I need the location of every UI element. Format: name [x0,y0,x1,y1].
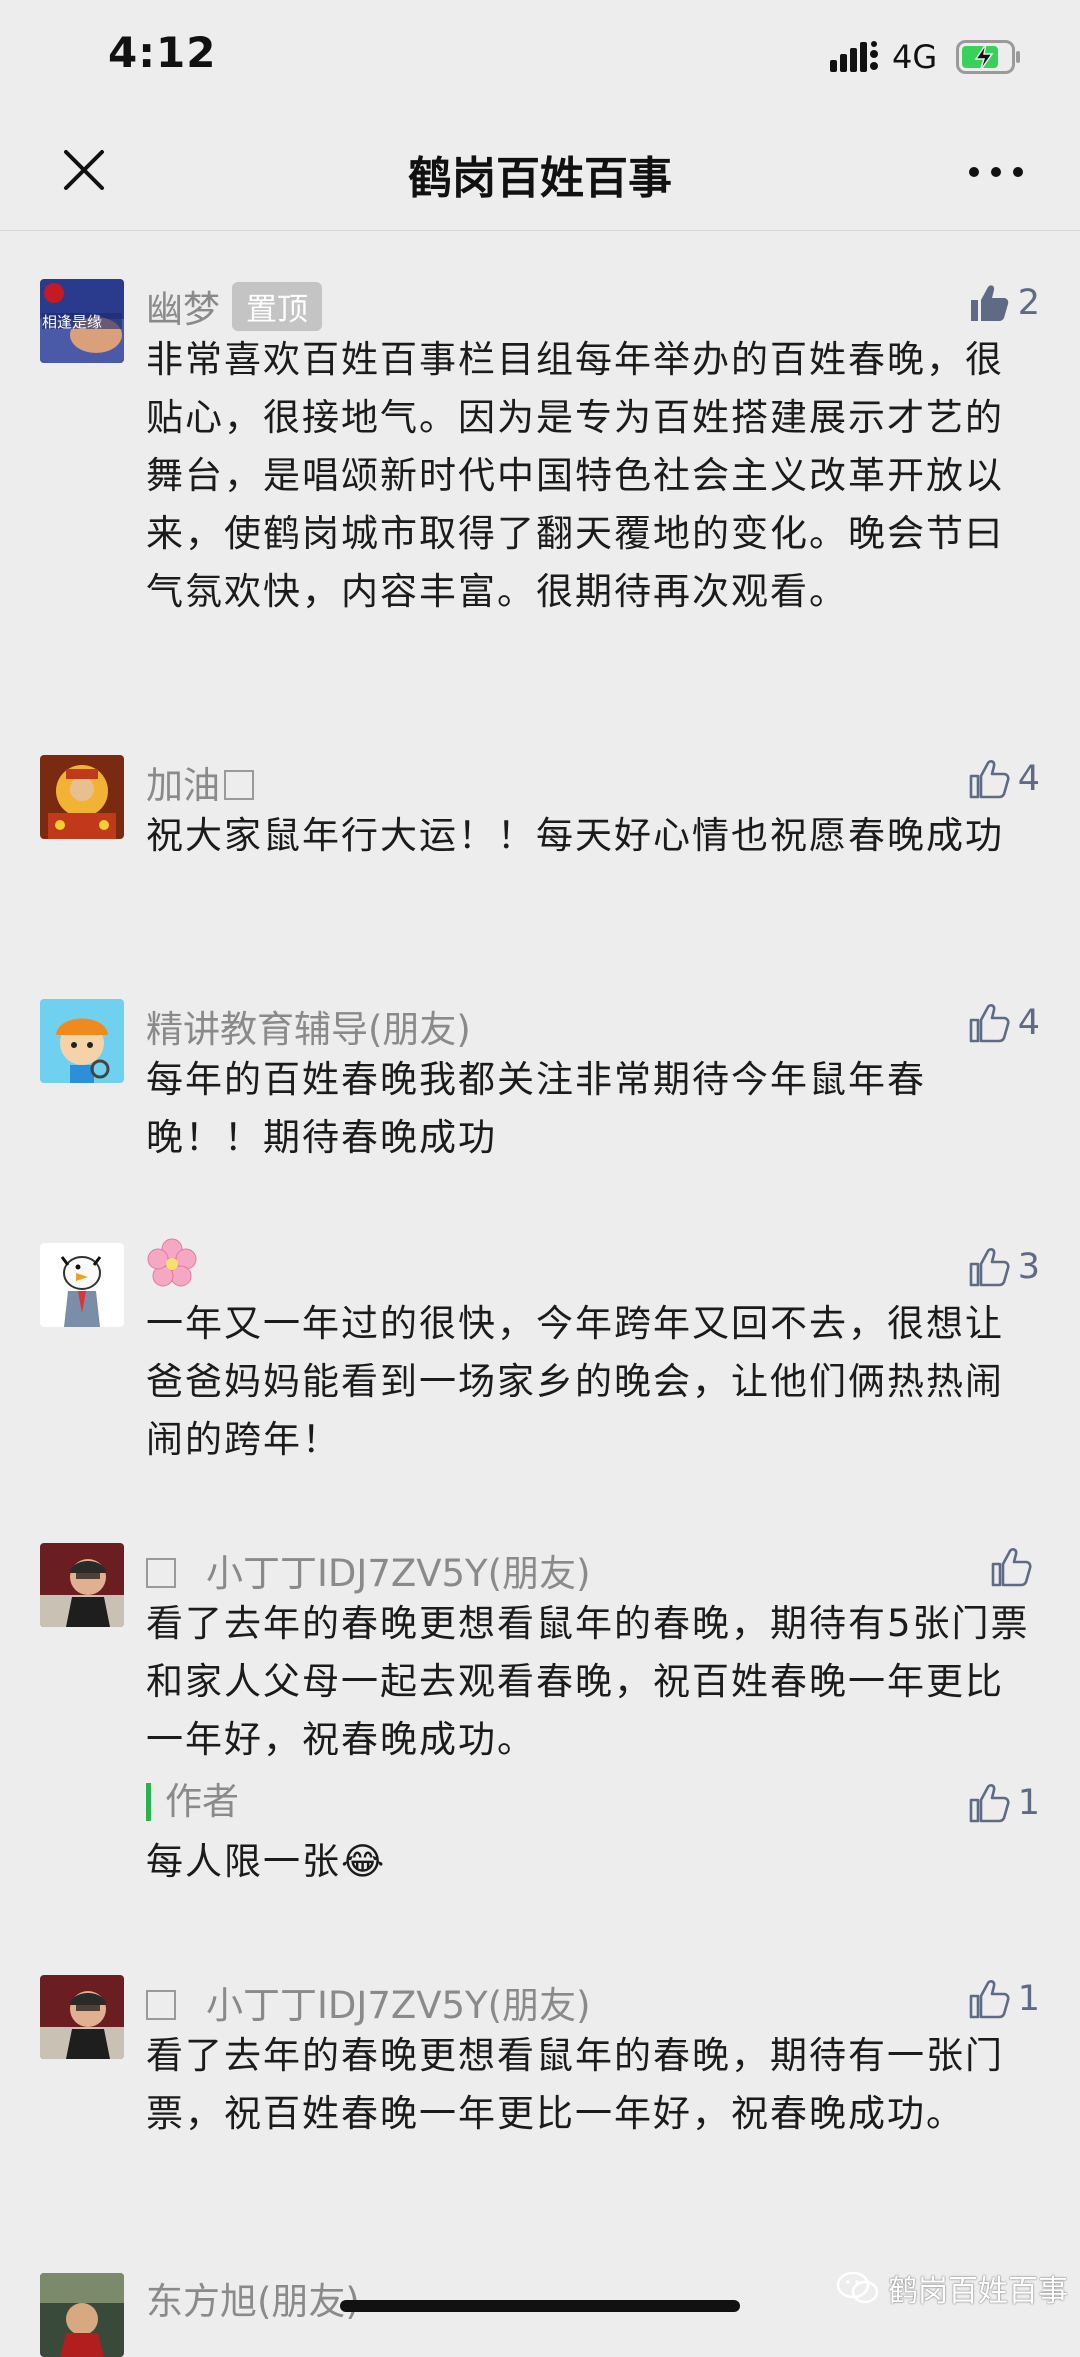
like-count: 1 [1017,1783,1040,1823]
avatar[interactable] [40,755,124,839]
avatar[interactable] [40,1975,124,2059]
thumbs-up-icon [969,1248,1010,1287]
nav-bar: 鹤岗百姓百事 [0,120,1080,231]
thumbs-up-icon [969,1784,1010,1823]
watermark-text: 鹤岗百姓百事 [888,2274,1068,2309]
empty-box-icon [146,1990,176,2020]
thumbs-up-icon [969,760,1010,799]
page-title: 鹤岗百姓百事 [408,153,672,204]
avatar[interactable] [40,2273,124,2357]
thumbs-up-filled-icon [970,285,1008,321]
avatar-caption: 相逢是缘 [42,313,103,331]
watermark: 鹤岗百姓百事 [836,2266,1068,2310]
like-button[interactable]: 3 [968,1243,1040,1291]
avatar[interactable] [40,1243,124,1327]
reply-like-button[interactable]: 1 [968,1779,1040,1827]
comment-text: 看了去年的春晚更想看鼠年的春晚，期待有5张门票和家人父母一起去观看春晚，祝百姓春… [146,1602,1030,1761]
thumbs-up-icon [969,1980,1010,2019]
wechat-logo-icon [836,2271,879,2304]
thumbs-up-icon [969,1004,1010,1043]
like-button[interactable] [990,1543,1040,1591]
commenter-name: 东方旭(朋友) [146,2280,360,2323]
comment-text: 每年的百姓春晚我都关注非常期待今年鼠年春晚！！期待春晚成功 [146,1058,926,1159]
comment-text: 看了去年的春晚更想看鼠年的春晚，期待有一张门票，祝百姓春晚一年更比一年好，祝春晚… [146,2034,1004,2135]
like-button[interactable]: 2 [968,279,1040,327]
comment-text: 非常喜欢百姓百事栏目组每年举办的百姓春晚，很贴心，很接地气。因为是专为百姓搭建展… [146,338,1004,613]
commenter-name-text: 小丁丁IDJ7ZV5Y(朋友) [206,1552,591,1595]
commenter-name-text: 小丁丁IDJ7ZV5Y(朋友) [206,1984,591,2027]
commenter-name: 小丁丁IDJ7ZV5Y(朋友) [146,1975,591,2029]
like-count: 1 [1017,1979,1040,2019]
avatar[interactable] [40,999,124,1083]
commenter-name: 加油 [146,755,254,809]
like-count: 2 [1017,283,1040,323]
status-time: 4:12 [108,28,217,77]
like-button[interactable]: 4 [968,755,1040,803]
thumbs-up-icon [991,1548,1032,1587]
commenter-name-text: 加油 [146,764,220,807]
commenter-name-text: 幽梦 [146,288,220,331]
battery-charging-icon [956,40,1020,74]
empty-box-icon [146,1558,176,1588]
signal-strength-icon [830,41,878,72]
status-bar: 4:12 4G [0,0,1080,120]
cherry-blossom-icon [147,1238,197,1287]
empty-box-icon [224,770,254,800]
commenter-name: 精讲教育辅导(朋友) [146,1008,471,1051]
avatar[interactable]: 相逢是缘 [40,279,124,363]
like-count: 3 [1017,1247,1040,1287]
pinned-badge: 置顶 [232,282,322,331]
more-options-icon[interactable] [966,152,1026,192]
network-type: 4G [892,38,938,76]
author-reply-label: 作者 [146,1783,239,1821]
author-reply-text: 每人限一张😂 [146,1840,387,1883]
like-button[interactable]: 1 [968,1975,1040,2023]
comment-text: 一年又一年过的很快，今年跨年又回不去，很想让爸爸妈妈能看到一场家乡的晚会，让他们… [146,1302,1004,1461]
like-button[interactable]: 4 [968,999,1040,1047]
like-count: 4 [1017,759,1040,799]
avatar[interactable] [40,1543,124,1627]
commenter-name: 小丁丁IDJ7ZV5Y(朋友) [146,1543,591,1597]
like-count: 4 [1017,1003,1040,1043]
comment-text: 祝大家鼠年行大运！！每天好心情也祝愿春晚成功 [146,814,1004,857]
commenter-name: 幽梦 置顶 [146,279,322,333]
home-indicator[interactable] [340,2300,740,2312]
